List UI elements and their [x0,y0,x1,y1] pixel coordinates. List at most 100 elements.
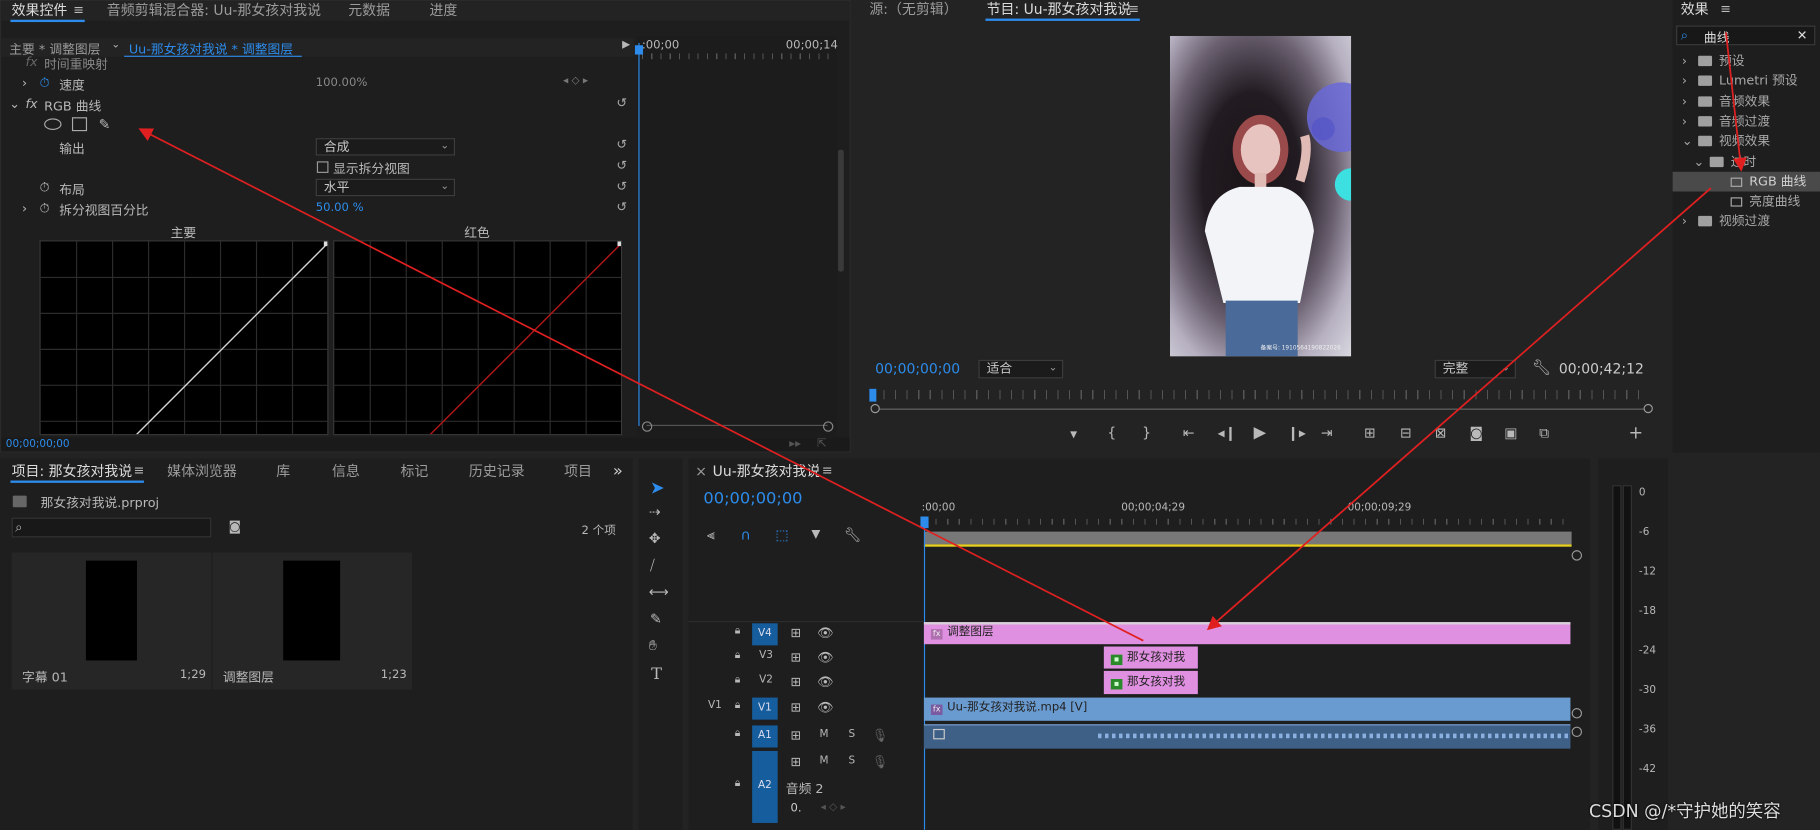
audio-clip-a1[interactable] [923,724,1571,749]
razor-tool-icon[interactable]: ⧸ [650,557,655,574]
type-tool-icon[interactable]: T [651,665,662,684]
sync-lock-icon[interactable]: ⊞ [790,650,801,665]
effects-tree-item[interactable]: 亮度曲线 [1673,192,1820,212]
effects-tree-item[interactable]: › Lumetri 预设 [1673,71,1820,91]
mic-icon[interactable]: 🎙︎ [872,728,888,743]
solo-button[interactable]: S [848,756,855,768]
stopwatch-icon[interactable]: ⏱ [39,180,49,196]
step-back-icon[interactable]: ◂❙ [1218,425,1237,441]
snap-magnet-icon[interactable]: ∩ [741,527,751,543]
zoom-handle-left[interactable] [870,403,880,414]
effects-tree-item[interactable]: ⌄ 视频效果 [1673,131,1820,151]
effects-tree-item[interactable]: › 音频过渡 [1673,111,1820,131]
eye-icon[interactable]: 👁︎ [817,650,833,665]
volume-value[interactable]: 0. [790,802,801,815]
effects-tree-item[interactable]: › 音频效果 [1673,91,1820,111]
reset-icon[interactable]: ↺ [616,200,630,215]
mini-scroll-handle-right[interactable] [822,421,834,432]
compare-icon[interactable]: ▣ [1504,425,1517,441]
sync-lock-icon[interactable]: ⊞ [790,674,801,689]
panel-menu-icon[interactable]: ≡ [133,462,144,482]
play-only-icon[interactable]: ▶ [622,39,630,51]
reset-icon[interactable]: ↺ [616,96,630,110]
add-marker-icon[interactable]: ▾ [1070,426,1077,442]
mute-button[interactable]: M [819,756,828,768]
project-item-card[interactable]: 字幕 01 1;29 [11,552,212,690]
sync-lock-icon[interactable]: ⊞ [790,700,801,715]
effects-tree-item[interactable]: › 预设 [1673,51,1820,71]
ellipse-mask-icon[interactable] [44,118,62,130]
chevron-right-icon[interactable]: › [1682,111,1694,131]
track-target-toggle[interactable]: V1 [752,697,778,720]
hand-tool-icon[interactable]: ✋︎ [649,637,657,654]
program-current-timecode[interactable]: 00;00;00;00 [875,361,960,377]
chevron-down-icon[interactable]: ⌄ [111,39,120,51]
mark-out-icon[interactable]: } [1142,425,1151,441]
chevron-down-icon[interactable]: ⌄ [1682,131,1694,151]
keyframe-nav-icon[interactable]: ◂ ◇ ▸ [821,802,846,814]
pen-tool-icon[interactable]: ✎ [650,611,662,627]
slip-tool-icon[interactable]: ⟷ [649,584,669,600]
split-pct-value[interactable]: 50.00 % [316,202,364,215]
mini-scroll-handle-left[interactable] [641,421,653,432]
pen-mask-icon[interactable]: ✎ [99,116,111,132]
effects-tree-item[interactable]: › 视频过渡 [1673,212,1820,232]
go-to-out-icon[interactable]: ⇥ [1321,425,1333,441]
panel-menu-icon[interactable]: ≡ [1128,0,1139,20]
fx-toggle-icon[interactable]: fx [26,96,38,111]
selection-tool-icon[interactable]: ➤ [650,477,665,498]
sequence-tab[interactable]: Uu-那女孩对我说 [713,462,821,482]
tab-effect-controls[interactable]: 效果控件 [12,1,68,21]
lock-icon[interactable]: 🔒︎ [735,778,741,790]
track-scroll-handle[interactable] [1571,708,1583,719]
track-scroll-handle[interactable] [1571,726,1583,738]
camera-export-frame-icon[interactable]: ◙ [1469,425,1483,441]
tab-info[interactable]: 信息 [332,462,360,482]
timeline-playhead-head[interactable] [920,516,929,529]
project-search-input[interactable] [11,517,212,538]
step-forward-icon[interactable]: ❙▸ [1287,425,1306,441]
speed-value[interactable]: 100.00% [316,77,368,90]
timeline-scroll-handle[interactable] [1571,550,1583,561]
lock-icon[interactable]: 🔒︎ [735,674,741,686]
panel-menu-icon[interactable]: ≡ [73,1,84,21]
effects-tree-item[interactable]: ⌄ 过时 [1673,151,1820,171]
output-select[interactable]: 合成 ⌄ [315,138,455,156]
master-curve-graph[interactable] [39,240,329,436]
reset-icon[interactable]: ↺ [616,179,630,194]
lift-icon[interactable]: ⊠ [1435,425,1447,441]
track-target-toggle[interactable]: A2 [752,750,778,823]
sync-lock-icon[interactable]: ⊞ [790,626,801,641]
ripple-edit-tool-icon[interactable]: ✥ [649,530,661,546]
export-icon[interactable]: ⇱ [817,438,827,451]
settings-wrench-icon[interactable]: 🔧︎ [1532,360,1551,377]
adjustment-layer-clip[interactable]: fx 调整图层 [923,622,1571,645]
work-area-bar[interactable] [923,531,1572,545]
timeline-timecode[interactable]: 00;00;00;00 [703,490,802,509]
chevron-right-icon[interactable]: › [1682,212,1694,232]
sync-lock-icon[interactable]: ⊞ [790,754,801,769]
video-clip-v1[interactable]: fx Uu-那女孩对我说.mp4 [V] [923,697,1571,721]
add-button-icon[interactable]: + [1628,422,1643,443]
chevron-right-icon[interactable]: › [1682,51,1694,71]
linked-selection-icon[interactable]: ⬚ [775,527,788,543]
solo-button[interactable]: S [848,729,855,741]
effects-search-input[interactable]: 曲线 [1704,28,1730,47]
play-icon[interactable]: ▶ [1254,424,1267,443]
project-item-card[interactable]: 调整图层 1;23 [212,552,413,690]
fit-select[interactable]: 适合 ⌄ [978,359,1064,379]
tab-project-2[interactable]: 项目 [564,462,592,482]
fx-expand-icon[interactable]: ⌄ [9,96,20,111]
add-marker-icon[interactable]: ▼ [811,528,820,541]
title-clip-v3[interactable]: ▪ 那女孩对我 [1103,646,1198,669]
filter-icon[interactable]: ▸▸ [789,438,801,451]
track-select-tool-icon[interactable]: ⇢ [649,504,661,520]
split-view-label[interactable]: 显示拆分视图 [333,159,410,178]
panel-menu-icon[interactable]: ≡ [1720,0,1731,20]
split-view-checkbox[interactable] [316,161,329,173]
program-ruler[interactable] [871,389,1650,400]
mini-playhead-head[interactable] [634,45,644,55]
go-to-in-icon[interactable]: ⇤ [1183,425,1195,441]
track-id-label[interactable]: V3 [759,650,773,662]
effect-vertical-scrollbar[interactable] [838,149,844,272]
